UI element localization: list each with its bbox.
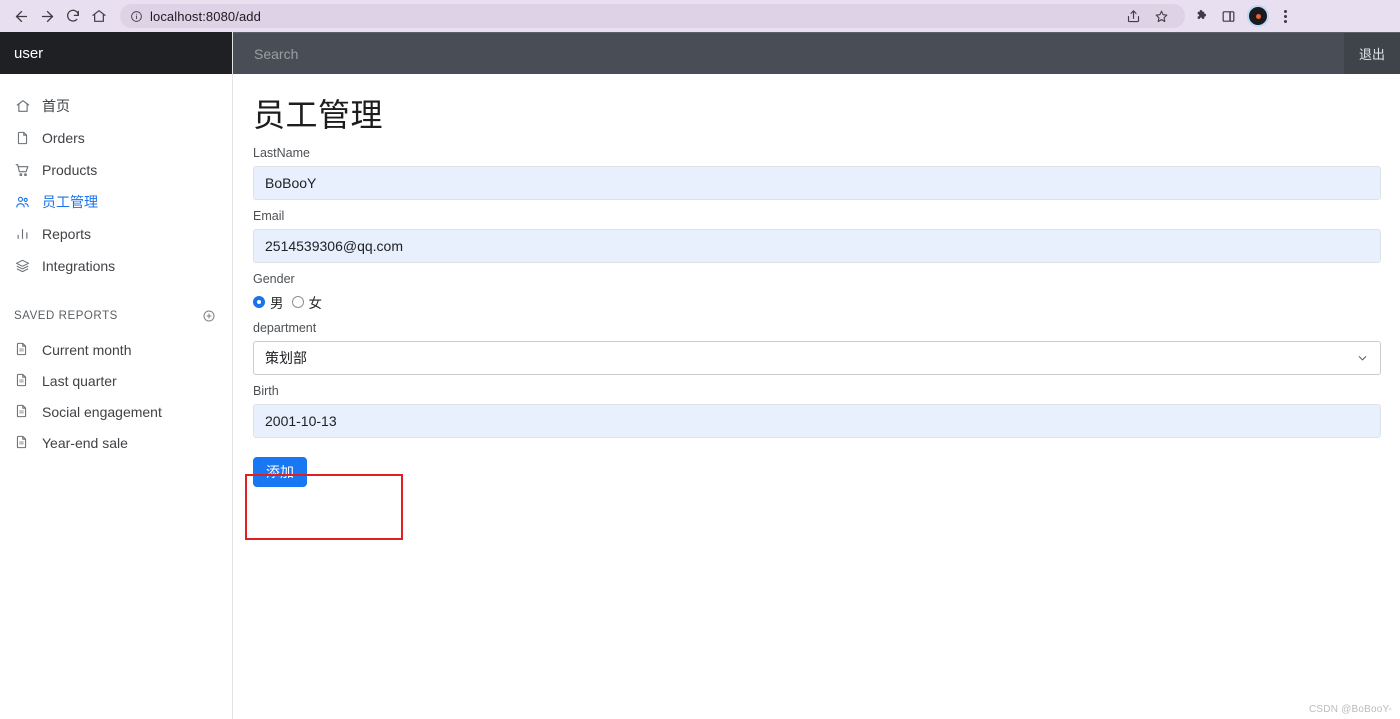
plus-circle-icon[interactable] [202,309,216,323]
cart-icon [14,162,31,179]
logout-button[interactable]: 退出 [1344,33,1400,74]
search-input[interactable] [233,33,1344,74]
sidebar-item-label: Integrations [42,258,116,274]
sidebar-brand-label: user [14,44,44,62]
sidebar-item-integrations[interactable]: Integrations [0,250,232,282]
people-icon [14,194,31,211]
browser-toolbar: localhost:8080/add [0,0,1400,32]
saved-report-label: Year-end sale [42,434,128,451]
department-label: department [253,321,317,336]
saved-reports-list: Current month Last quarter Social engage… [0,328,232,458]
lastname-input[interactable] [253,166,1381,201]
logout-label: 退出 [1358,47,1385,62]
address-bar[interactable]: localhost:8080/add [120,4,1185,28]
main-content: 员工管理 LastName Email Gender 男 女 [233,74,1400,719]
gender-radio-group: 男 女 [253,292,1381,312]
saved-reports-title: SAVED REPORTS [14,310,118,322]
birth-input[interactable] [253,404,1381,439]
sidebar-item-label: Reports [42,226,92,242]
saved-report-label: Social engagement [42,403,162,420]
sidebar-item-label: 首页 [42,98,70,114]
sidebar-nav: 首页 Orders Products 员工管理 Reports Integrat… [0,74,232,282]
bar-chart-icon [14,226,31,243]
saved-reports-header: SAVED REPORTS [0,304,232,328]
sidebar-brand[interactable]: user [0,32,232,74]
field-birth: Birth [253,384,1381,439]
document-icon [14,434,31,451]
sidebar-item-home[interactable]: 首页 [0,90,232,122]
radio-icon-male[interactable] [253,296,265,309]
forward-arrow-icon[interactable] [34,3,60,29]
lastname-label: LastName [253,146,310,161]
top-navbar: 退出 [233,32,1400,74]
saved-report-item[interactable]: Last quarter [0,365,232,396]
avatar-dot [1255,13,1261,19]
email-label: Email [253,209,285,224]
layers-icon [14,258,31,275]
gender-option-label: 男 [270,296,284,312]
star-icon[interactable] [1147,3,1175,29]
saved-report-item[interactable]: Current month [0,334,232,365]
gender-option-female[interactable]: 女 [291,292,323,312]
saved-report-item[interactable]: Social engagement [0,396,232,427]
saved-report-item[interactable]: Year-end sale [0,427,232,458]
puzzle-icon[interactable] [1189,3,1215,29]
page-title: 员工管理 [253,97,384,133]
reload-icon[interactable] [60,3,86,29]
birth-label: Birth [253,384,279,399]
email-input[interactable] [253,229,1381,264]
back-arrow-icon[interactable] [8,3,34,29]
saved-report-label: Current month [42,341,132,358]
field-department: department 策划部 [253,321,1381,376]
sidebar-item-label: Products [42,162,98,178]
sidebar-item-employee-management[interactable]: 员工管理 [0,186,232,218]
department-selected-value: 策划部 [265,350,307,367]
side-panel-icon[interactable] [1215,3,1241,29]
gender-option-male[interactable]: 男 [253,292,284,312]
saved-report-label: Last quarter [42,372,117,389]
field-gender: Gender 男 女 [253,272,1381,312]
field-lastname: LastName [253,146,1381,201]
sidebar-item-label: 员工管理 [42,194,98,210]
sidebar-item-orders[interactable]: Orders [0,122,232,154]
document-icon [14,130,31,147]
home-icon[interactable] [86,3,112,29]
document-icon [14,341,31,358]
gender-label: Gender [253,272,295,287]
radio-icon-female[interactable] [291,296,304,309]
gender-option-label: 女 [308,296,323,312]
share-icon[interactable] [1119,3,1147,29]
app-root: user 首页 Orders Products 员工管理 Reports Int… [0,32,1400,719]
avatar-icon[interactable] [1247,5,1269,27]
omnibox-actions [1119,3,1175,29]
info-circle-icon [130,10,143,23]
watermark: CSDN @BoBooY- [1309,704,1392,715]
sidebar-item-products[interactable]: Products [0,154,232,186]
sidebar-item-reports[interactable]: Reports [0,218,232,250]
chevron-down-icon [1356,352,1369,365]
home-icon [14,98,31,115]
sidebar-item-label: Orders [42,130,85,146]
department-select[interactable]: 策划部 [253,341,1381,376]
field-email: Email [253,209,1381,264]
add-button[interactable]: 添加 [253,457,307,488]
sidebar: user 首页 Orders Products 员工管理 Reports Int… [0,32,233,719]
document-icon [14,372,31,389]
browser-toolbar-right [1189,3,1297,29]
url-text: localhost:8080/add [150,8,261,24]
document-icon [14,403,31,420]
kebab-menu-icon[interactable] [1275,4,1295,28]
